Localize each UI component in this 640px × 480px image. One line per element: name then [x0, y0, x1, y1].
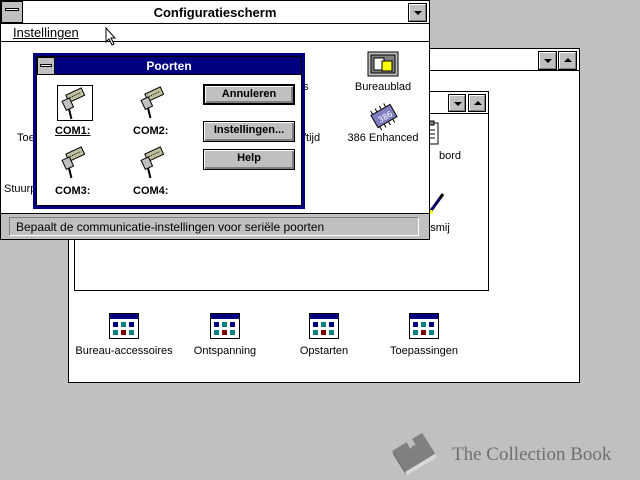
- program-group-icon: [210, 313, 240, 339]
- com2-port[interactable]: COM2:: [125, 83, 187, 139]
- minimize-icon: [454, 102, 462, 106]
- serial-port-icon: [140, 86, 165, 119]
- group-maximize-button[interactable]: [468, 94, 486, 112]
- maximize-icon: [564, 58, 572, 62]
- mouse-cursor-icon: [105, 26, 119, 47]
- status-bar: Bepaalt de communicatie-instellingen voo…: [1, 213, 429, 239]
- ports-dialog-titlebar: Poorten: [37, 57, 301, 75]
- clipboard-label: bord: [438, 150, 462, 162]
- program-group-icon: [309, 313, 339, 339]
- cancel-button[interactable]: Annuleren: [203, 84, 295, 105]
- minimize-button[interactable]: [538, 51, 557, 70]
- status-text: Bepaalt de communicatie-instellingen voo…: [16, 220, 325, 234]
- group-opstarten[interactable]: Opstarten: [274, 313, 374, 363]
- menu-instellingen[interactable]: Instellingen: [13, 25, 79, 40]
- com4-port[interactable]: COM4:: [125, 143, 187, 199]
- 386-enhanced-label: 386 Enhanced: [347, 132, 419, 144]
- group-label: Ontspanning: [193, 345, 257, 357]
- group-ontspanning[interactable]: Ontspanning: [175, 313, 275, 363]
- maximize-icon: [474, 101, 482, 105]
- settings-button[interactable]: Instellingen...: [203, 121, 295, 142]
- serial-port-icon: [61, 146, 86, 179]
- menu-bar: Instellingen: [1, 24, 429, 42]
- com2-label: COM2:: [133, 125, 169, 137]
- chip-386-icon[interactable]: 386: [369, 101, 399, 131]
- label-tijd: /tijd: [303, 132, 321, 144]
- minimize-icon: [414, 11, 422, 15]
- ports-dialog: Poorten COM1: COM2: COM3: COM4: Annulere…: [33, 53, 305, 209]
- group-bureau-accessoires[interactable]: Bureau-accessoires: [74, 313, 174, 363]
- book-logo-icon: [388, 430, 442, 476]
- group-minimize-button[interactable]: [448, 94, 466, 112]
- com4-label: COM4:: [133, 185, 169, 197]
- serial-port-icon: [61, 87, 86, 120]
- control-panel-title: Configuratiescherm: [153, 5, 277, 20]
- label-stuurp: Stuurp: [4, 183, 37, 195]
- status-text-box: Bepaalt de communicatie-instellingen voo…: [9, 217, 419, 236]
- group-label: Toepassingen: [390, 345, 458, 357]
- paintbrush-icon[interactable]: [427, 190, 447, 216]
- watermark-text: The Collection Book: [452, 444, 612, 465]
- group-label: Opstarten: [299, 345, 349, 357]
- group-label: Bureau-accessoires: [75, 345, 173, 357]
- minimize-button[interactable]: [408, 3, 427, 22]
- serial-port-icon: [140, 146, 165, 179]
- ports-dialog-frame: Poorten COM1: COM2: COM3: COM4: Annulere…: [36, 56, 302, 206]
- desktop-label: Bureaublad: [354, 81, 412, 93]
- program-group-icon: [409, 313, 439, 339]
- help-button[interactable]: Help: [203, 149, 295, 170]
- program-group-icon: [109, 313, 139, 339]
- desktop-icon[interactable]: [367, 51, 399, 79]
- com1-icon-frame: [57, 85, 93, 121]
- com1-label: COM1:: [55, 125, 91, 137]
- com3-port[interactable]: COM3:: [45, 143, 107, 199]
- com1-port[interactable]: COM1:: [45, 83, 107, 139]
- group-toepassingen[interactable]: Toepassingen: [374, 313, 474, 363]
- ports-dialog-title: Poorten: [146, 59, 192, 73]
- minimize-icon: [544, 59, 552, 63]
- com3-label: COM3:: [55, 185, 91, 197]
- maximize-button[interactable]: [558, 51, 577, 70]
- control-panel-titlebar: Configuratiescherm: [1, 1, 429, 24]
